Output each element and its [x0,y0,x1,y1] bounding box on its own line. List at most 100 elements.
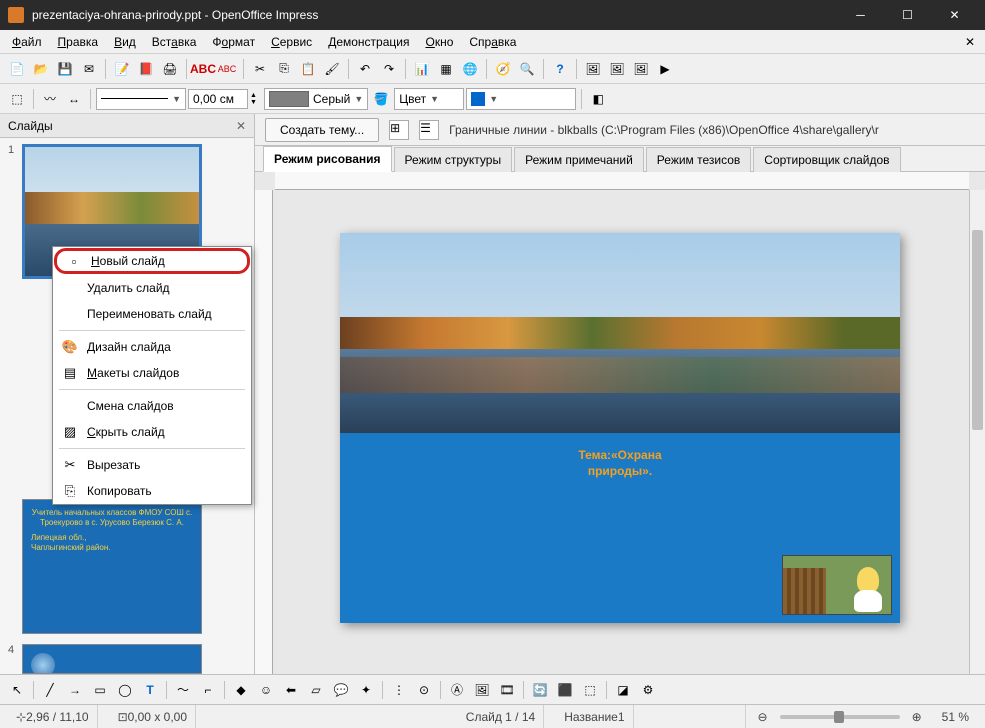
print-icon[interactable]: 🖨 [159,58,181,80]
text-icon[interactable]: T [139,679,161,701]
spellcheck-icon[interactable]: ABC [192,58,214,80]
scrollbar-vertical[interactable] [969,190,985,674]
hyperlink-icon[interactable]: 🌐 [459,58,481,80]
slide-thumb-4[interactable]: 4 [6,644,248,674]
zoom-out-icon[interactable]: ⊖ [758,710,768,724]
gallery-icon[interactable]: 🎞 [496,679,518,701]
line-style-dropdown[interactable]: ▼ [96,88,186,110]
minimize-button[interactable]: ─ [838,0,883,30]
connector-icon[interactable]: ⌐ [197,679,219,701]
menu-window[interactable]: Окно [417,32,461,52]
fill-type-dropdown[interactable]: Цвет▼ [394,88,464,110]
fontwork-icon[interactable]: Ⓐ [446,679,468,701]
view-icons-button[interactable]: ⊞ [389,120,409,140]
table-icon[interactable]: ▦ [435,58,457,80]
open-icon[interactable]: 📂 [30,58,52,80]
line-style-icon[interactable]: 〰 [39,88,61,110]
menu-rename-slide[interactable]: Переименовать слайд [53,301,251,327]
create-theme-button[interactable]: Создать тему... [265,118,379,142]
slide-canvas[interactable]: Тема:«Охрана природы». [340,233,900,623]
symbol-shapes-icon[interactable]: ☺ [255,679,277,701]
stars-icon[interactable]: ✦ [355,679,377,701]
gallery3-icon[interactable]: 🖼 [630,58,652,80]
tab-outline[interactable]: Режим структуры [394,147,513,172]
spin-down-icon[interactable]: ▼ [250,99,262,106]
pdf-icon[interactable]: 📕 [135,58,157,80]
line-icon[interactable]: ╱ [39,679,61,701]
autospell-icon[interactable]: ABC [216,58,238,80]
shadow-icon[interactable]: ◧ [587,88,609,110]
format-paintbrush-icon[interactable]: 🖌 [321,58,343,80]
menu-slide-transition[interactable]: Смена слайдов [53,393,251,419]
edit-icon[interactable]: 📝 [111,58,133,80]
menu-slide-layouts[interactable]: ▤Макеты слайдов [53,360,251,386]
paste-icon[interactable]: 📋 [297,58,319,80]
help-icon[interactable]: ? [549,58,571,80]
menu-hide-slide[interactable]: ▨Скрыть слайд [53,419,251,445]
rotate-icon[interactable]: 🔄 [529,679,551,701]
tab-sorter[interactable]: Сортировщик слайдов [753,147,900,172]
menu-slideshow[interactable]: Демонстрация [320,32,417,52]
line-width-input[interactable] [188,89,248,109]
menu-edit[interactable]: Правка [50,32,107,52]
glue-icon[interactable]: ⊙ [413,679,435,701]
redo-icon[interactable]: ↷ [378,58,400,80]
view-list-button[interactable]: ☰ [419,120,439,140]
slide-thumb-3[interactable]: Учитель начальных классов ФМОУ СОШ с. Тр… [6,499,248,634]
from-file-icon[interactable]: 🖼 [471,679,493,701]
gallery2-icon[interactable]: 🖼 [606,58,628,80]
menu-cut[interactable]: ✂Вырезать [53,452,251,478]
points-icon[interactable]: ⋮ [388,679,410,701]
block-arrows-icon[interactable]: ⬅ [280,679,302,701]
copy-icon[interactable]: ⎘ [273,58,295,80]
interaction-icon[interactable]: ⚙ [637,679,659,701]
zoom-in-icon[interactable]: ⊕ [912,710,922,724]
menu-copy[interactable]: ⎘Копировать [53,478,251,504]
select-icon[interactable]: ↖ [6,679,28,701]
menu-insert[interactable]: Вставка [144,32,205,52]
extrusion-icon[interactable]: ◪ [612,679,634,701]
email-icon[interactable]: ✉ [78,58,100,80]
menu-slide-design[interactable]: 🎨Дизайн слайда [53,334,251,360]
tab-handout[interactable]: Режим тезисов [646,147,752,172]
gallery1-icon[interactable]: 🖼 [582,58,604,80]
menu-file[interactable]: Файл [4,32,50,52]
menu-tools[interactable]: Сервис [263,32,320,52]
menu-delete-slide[interactable]: Удалить слайд [53,275,251,301]
arrow-icon[interactable]: ⬚ [6,88,28,110]
zoom-icon[interactable]: 🔍 [516,58,538,80]
navigator-icon[interactable]: 🧭 [492,58,514,80]
chart-icon[interactable]: 📊 [411,58,433,80]
arrow-line-icon[interactable]: → [64,679,86,701]
cut-icon[interactable]: ✂ [249,58,271,80]
curve-icon[interactable]: 〜 [172,679,194,701]
slide-title[interactable]: Тема:«Охрана природы». [340,448,900,479]
flowchart-icon[interactable]: ▱ [305,679,327,701]
basic-shapes-icon[interactable]: ◆ [230,679,252,701]
slides-panel-close-icon[interactable]: ✕ [236,119,246,133]
menu-help[interactable]: Справка [461,32,524,52]
maximize-button[interactable]: ☐ [885,0,930,30]
fill-color-dropdown[interactable]: ▼ [466,88,576,110]
slideshow-icon[interactable]: ▶ [654,58,676,80]
spin-up-icon[interactable]: ▲ [250,92,262,99]
canvas-area[interactable]: Тема:«Охрана природы». [255,172,985,674]
close-button[interactable]: ✕ [932,0,977,30]
callout-icon[interactable]: 💬 [330,679,352,701]
save-icon[interactable]: 💾 [54,58,76,80]
undo-icon[interactable]: ↶ [354,58,376,80]
menubar-close-icon[interactable]: ✕ [959,35,981,49]
arrange-icon[interactable]: ⬚ [579,679,601,701]
fill-icon[interactable]: 🪣 [370,88,392,110]
menu-format[interactable]: Формат [204,32,263,52]
menu-view[interactable]: Вид [106,32,144,52]
zoom-value[interactable]: 51 % [934,705,977,728]
arrow-style-icon[interactable]: ↔ [63,88,85,110]
new-doc-icon[interactable]: 📄 [6,58,28,80]
tab-notes[interactable]: Режим примечаний [514,147,644,172]
align-icon[interactable]: ⬛ [554,679,576,701]
rect-icon[interactable]: ▭ [89,679,111,701]
line-color-dropdown[interactable]: Серый▼ [264,88,368,110]
zoom-slider[interactable] [780,715,900,719]
ellipse-icon[interactable]: ◯ [114,679,136,701]
